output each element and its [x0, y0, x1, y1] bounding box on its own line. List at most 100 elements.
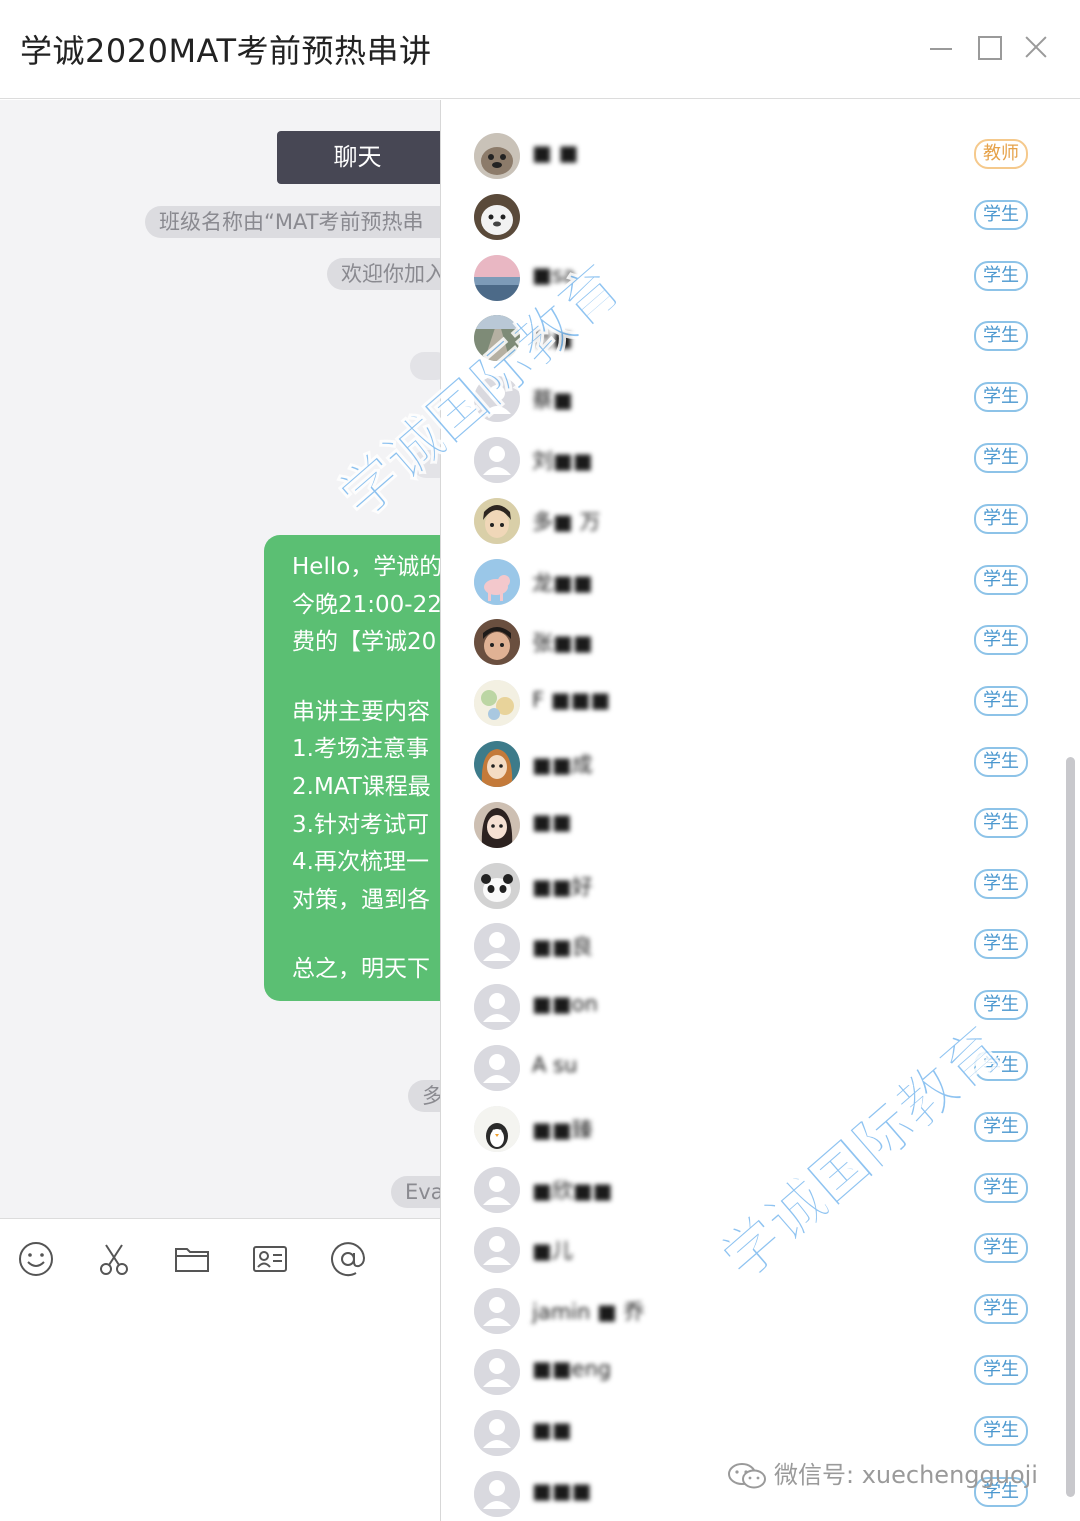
avatar: [474, 193, 520, 240]
at-icon[interactable]: [328, 1239, 368, 1279]
input-toolbar: [0, 1218, 440, 1521]
member-row[interactable]: ■■eng 学生: [441, 1343, 1061, 1403]
message-line: 对策，遇到各: [292, 886, 430, 913]
avatar: [474, 254, 520, 301]
message-line: [292, 662, 440, 694]
contact-card-icon[interactable]: [250, 1239, 290, 1279]
member-row[interactable]: F ■■■ 学生: [441, 674, 1061, 734]
maximize-icon[interactable]: [974, 32, 1004, 62]
role-badge: 学生: [974, 1355, 1028, 1385]
avatar: [474, 1045, 520, 1091]
message-bubble[interactable]: Hello，学诚的 今晚21:00-22 费的【学诚20 串讲主要内容 1.考场注意事 2…: [264, 535, 440, 1001]
role-badge: 学生: [974, 686, 1028, 717]
window-title: 学诚2020MAT考前预热串讲: [20, 32, 432, 70]
member-name: ■■臻: [532, 1117, 593, 1142]
member-name: 张■■: [532, 631, 593, 656]
minimize-icon[interactable]: [926, 32, 956, 62]
member-name: ■■eng: [532, 1357, 612, 1381]
message-line: 今晚21:00-22: [292, 591, 440, 618]
chat-panel: 聊天 班级名称由“MAT考前预热串 欢迎你加入 Hello，学诚的 今晚21:00…: [0, 100, 440, 1218]
role-badge: 学生: [974, 868, 1028, 899]
member-row[interactable]: 刘■■ 学生: [441, 431, 1061, 491]
role-badge: 学生: [974, 1233, 1028, 1264]
avatar: [474, 984, 520, 1031]
emoji-icon[interactable]: [16, 1239, 56, 1279]
avatar: [474, 680, 520, 727]
member-name: jamin ■ 乔: [532, 1300, 645, 1325]
role-badge: 学生: [974, 382, 1028, 413]
system-message: 多: [408, 1080, 440, 1112]
role-badge: 学生: [974, 625, 1028, 656]
message-line: [292, 919, 440, 951]
member-name: 多■ 万: [532, 509, 601, 534]
member-row[interactable]: ■■成 学生: [441, 735, 1061, 795]
avatar: [474, 923, 520, 970]
message-line: 1.考场注意事: [292, 736, 429, 763]
avatar: [474, 133, 520, 179]
member-row[interactable]: ■■好 学生: [441, 857, 1061, 917]
member-name: A su: [532, 1053, 578, 1077]
avatar: [474, 1470, 520, 1517]
system-message: Eva: [391, 1176, 440, 1208]
member-name: ■■成: [532, 753, 593, 777]
role-badge: 学生: [974, 990, 1028, 1021]
app-window: 学诚2020MAT考前预热串讲 聊天 班级名称由“MAT考前预热串 欢迎你加入 …: [0, 0, 1080, 1521]
member-list-scrollbar[interactable]: [1066, 757, 1075, 1497]
avatar: [474, 741, 520, 787]
role-badge: 学生: [974, 1294, 1028, 1325]
role-badge: 学生: [974, 443, 1028, 473]
folder-icon[interactable]: [172, 1239, 212, 1279]
title-bar: 学诚2020MAT考前预热串讲: [0, 0, 1080, 99]
role-badge: 学生: [974, 929, 1028, 960]
role-badge: 教师: [974, 139, 1028, 169]
system-message: 班级名称由“MAT考前预热串: [145, 206, 440, 238]
message-line: 3.针对考试可: [292, 811, 429, 838]
member-row[interactable]: ■ ■ 教师: [441, 127, 1061, 187]
tab-chat[interactable]: 聊天: [277, 131, 440, 184]
role-badge: 学生: [974, 503, 1028, 534]
member-row[interactable]: 多■ 万 学生: [441, 492, 1061, 552]
member-row[interactable]: 张■■ 学生: [441, 613, 1061, 673]
avatar: [474, 619, 520, 666]
avatar: [474, 1349, 520, 1395]
role-badge: 学生: [974, 199, 1028, 230]
member-row[interactable]: ■■良 学生: [441, 917, 1061, 977]
scissors-icon[interactable]: [94, 1239, 134, 1279]
avatar: [474, 1227, 520, 1274]
wechat-icon: [726, 1461, 768, 1491]
role-badge: 学生: [974, 260, 1028, 291]
message-line: 4.再次梳理一: [292, 849, 429, 876]
member-name: ■■好: [532, 874, 593, 899]
member-row[interactable]: ■■ 学生: [441, 796, 1061, 856]
member-name: ■■■: [532, 1478, 592, 1503]
close-icon[interactable]: [1020, 32, 1050, 62]
message-line: 总之，明天下: [292, 956, 430, 983]
message-line: Hello，学诚的: [292, 554, 440, 580]
member-name: ■■良: [532, 935, 593, 960]
member-name: ■欣■■: [532, 1178, 613, 1203]
message-line: 串讲主要内容: [292, 698, 430, 725]
avatar: [474, 437, 520, 483]
member-name: ■■: [532, 1417, 572, 1442]
role-badge: 学生: [974, 321, 1028, 352]
avatar: [474, 1105, 520, 1152]
member-name: F ■■■: [532, 688, 611, 713]
member-name: ■■on: [532, 992, 598, 1017]
avatar: [474, 558, 520, 605]
member-name: ■儿: [532, 1239, 573, 1264]
role-badge: 学生: [974, 1111, 1028, 1142]
avatar: [474, 1288, 520, 1335]
member-name: ■■: [532, 809, 572, 834]
role-badge: 学生: [974, 564, 1028, 595]
avatar: [474, 497, 520, 544]
member-name: 龙■■: [532, 570, 593, 595]
member-row[interactable]: 学生: [441, 188, 1061, 248]
wechat-footer: 微信号: xuechengguoji: [726, 1455, 1038, 1495]
message-line: 费的【学诚20: [292, 629, 437, 656]
member-name: ■ ■: [532, 141, 579, 165]
role-badge: 学生: [974, 1172, 1028, 1203]
member-row[interactable]: 龙■■ 学生: [441, 553, 1061, 613]
message-line: 2.MAT课程最: [292, 773, 431, 800]
avatar: [474, 1166, 520, 1213]
system-message: 欢迎你加入: [327, 258, 440, 290]
